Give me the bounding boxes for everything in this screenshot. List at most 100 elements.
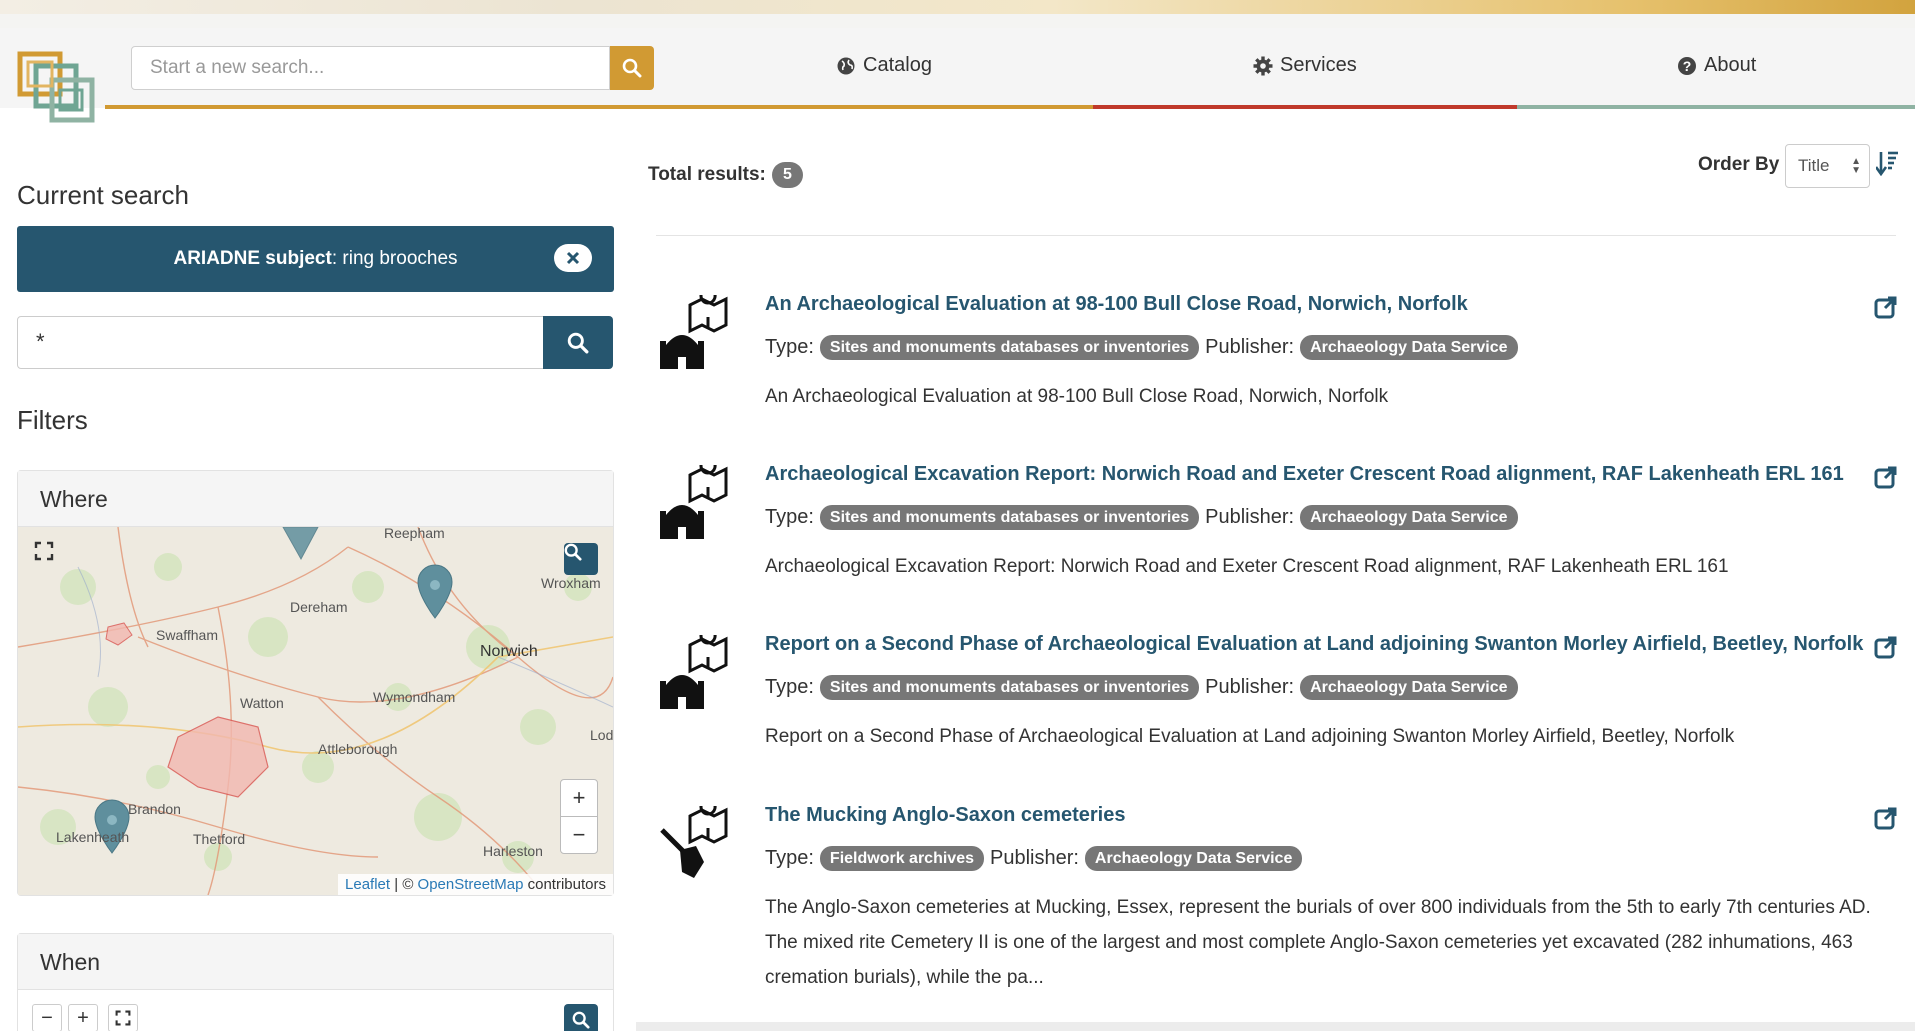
- sort-direction-icon[interactable]: [1876, 150, 1898, 176]
- external-link-icon[interactable]: [1874, 295, 1898, 319]
- attribution-suffix: contributors: [527, 876, 606, 893]
- result-item: Report on a Second Phase of Archaeologic…: [660, 633, 1900, 753]
- map-fullscreen-button[interactable]: [34, 541, 66, 571]
- sites-monuments-icon: [660, 635, 728, 709]
- search-icon: [564, 543, 582, 561]
- result-description: An Archaeological Evaluation at 98-100 B…: [765, 386, 1389, 407]
- top-strip-fade: [0, 14, 1915, 28]
- results-bottom-edge: [636, 1022, 1915, 1031]
- type-label: Type:: [765, 506, 814, 528]
- type-badge[interactable]: Fieldwork archives: [819, 846, 984, 871]
- where-panel-heading: Where: [18, 471, 613, 527]
- map-zoom-out-button[interactable]: −: [560, 816, 598, 854]
- map-place-label: Wroxham: [541, 575, 601, 591]
- close-icon: [566, 251, 580, 265]
- osm-link[interactable]: OpenStreetMap: [418, 876, 524, 893]
- active-filter-field: ARIADNE subject: [173, 248, 332, 269]
- map-place-label: Reepham: [384, 527, 445, 541]
- type-badge[interactable]: Sites and monuments databases or invento…: [819, 505, 1200, 530]
- sites-monuments-icon: [660, 295, 728, 369]
- map-place-label: Thetford: [193, 831, 246, 847]
- header-accent-line-gold: [105, 105, 1093, 109]
- result-title-link[interactable]: Archaeological Excavation Report: Norwic…: [765, 463, 1844, 486]
- publisher-label: Publisher:: [1205, 676, 1295, 698]
- total-results-label: Total results:: [648, 164, 766, 185]
- nav-catalog-label: Catalog: [863, 54, 932, 76]
- map-place-label: Lakenheath: [56, 829, 130, 845]
- order-by-select[interactable]: Title ▲ ▼: [1785, 144, 1870, 188]
- map-attribution: Leaflet | © OpenStreetMap contributors: [338, 874, 613, 895]
- globe-icon: [837, 57, 855, 74]
- result-description: Report on a Second Phase of Archaeologic…: [765, 726, 1735, 747]
- svg-text:?: ?: [1683, 58, 1692, 74]
- external-link-icon[interactable]: [1874, 806, 1898, 830]
- publisher-badge[interactable]: Archaeology Data Service: [1300, 335, 1518, 360]
- global-search-button[interactable]: [610, 46, 654, 90]
- fieldwork-shovel-icon: [660, 806, 728, 878]
- when-filter-panel: When − +: [17, 933, 614, 1031]
- nav-services-label: Services: [1280, 54, 1357, 76]
- timeline-search-button[interactable]: [564, 1004, 598, 1031]
- type-badge[interactable]: Sites and monuments databases or invento…: [819, 335, 1200, 360]
- external-link-icon[interactable]: [1874, 635, 1898, 659]
- expand-icon: [34, 541, 54, 561]
- timeline-zoom-out-button[interactable]: −: [32, 1004, 62, 1031]
- external-link-icon[interactable]: [1874, 465, 1898, 489]
- publisher-badge[interactable]: Archaeology Data Service: [1300, 675, 1518, 700]
- nav-about[interactable]: ? About: [1677, 54, 1756, 77]
- when-panel-heading: When: [18, 934, 613, 990]
- publisher-label: Publisher:: [989, 847, 1079, 869]
- map-place-label: Swaffham: [156, 627, 218, 643]
- publisher-badge[interactable]: Archaeology Data Service: [1084, 846, 1303, 871]
- header-accent-line-teal: [1517, 105, 1915, 109]
- where-map[interactable]: Reepham Wroxham Dereham Swaffham Norwich…: [18, 527, 613, 895]
- remove-filter-button[interactable]: [554, 244, 592, 272]
- result-meta: Type: Sites and monuments databases or i…: [765, 505, 1518, 530]
- query-input[interactable]: *: [17, 316, 544, 369]
- map-place-label: Loddon: [590, 727, 613, 743]
- query-search-button[interactable]: [543, 316, 613, 369]
- timeline-fullscreen-button[interactable]: [108, 1004, 138, 1031]
- map-zoom-in-button[interactable]: +: [560, 779, 598, 817]
- leaflet-link[interactable]: Leaflet: [345, 876, 390, 893]
- gear-icon: [1253, 56, 1273, 75]
- when-toolbar: − +: [32, 1004, 138, 1031]
- result-item: An Archaeological Evaluation at 98-100 B…: [660, 293, 1900, 413]
- filters-heading: Filters: [17, 405, 88, 435]
- result-description: The Anglo-Saxon cemeteries at Mucking, E…: [765, 897, 1871, 988]
- expand-icon: [115, 1010, 131, 1026]
- map-place-label: Norwich: [480, 643, 538, 660]
- result-title-link[interactable]: The Mucking Anglo-Saxon cemeteries: [765, 804, 1125, 827]
- map-place-label: Harleston: [483, 843, 543, 859]
- type-badge[interactable]: Sites and monuments databases or invento…: [819, 675, 1200, 700]
- header-accent-line-red: [1093, 105, 1517, 109]
- sites-monuments-icon: [660, 465, 728, 539]
- type-label: Type:: [765, 676, 814, 698]
- result-meta: Type: Sites and monuments databases or i…: [765, 335, 1518, 360]
- active-filter-text: ARIADNE subject: ring brooches: [173, 248, 458, 269]
- nav-catalog[interactable]: Catalog: [836, 54, 932, 77]
- global-search-input[interactable]: Start a new search...: [131, 46, 610, 90]
- result-meta: Type: Sites and monuments databases or i…: [765, 675, 1518, 700]
- map-place-label: Attleborough: [318, 741, 398, 757]
- type-label: Type:: [765, 847, 814, 869]
- result-title-link[interactable]: Report on a Second Phase of Archaeologic…: [765, 633, 1863, 656]
- results-divider: [656, 235, 1896, 236]
- map-place-label: Watton: [240, 695, 284, 711]
- active-filter-chip[interactable]: ARIADNE subject: ring brooches: [17, 226, 614, 292]
- current-search-heading: Current search: [17, 180, 189, 210]
- nav-services[interactable]: Services: [1253, 54, 1357, 77]
- type-label: Type:: [765, 336, 814, 358]
- order-by-value: Title: [1798, 156, 1830, 175]
- map-place-label: Wymondham: [373, 689, 456, 705]
- publisher-badge[interactable]: Archaeology Data Service: [1300, 505, 1518, 530]
- top-decorative-strip: [0, 0, 1915, 14]
- timeline-zoom-in-button[interactable]: +: [68, 1004, 98, 1031]
- map-place-label: Dereham: [290, 599, 348, 615]
- map-search-button[interactable]: [564, 543, 598, 575]
- ariadne-logo-icon[interactable]: [16, 50, 104, 130]
- active-filter-value: ring brooches: [342, 248, 458, 269]
- search-icon: [572, 1011, 590, 1029]
- publisher-label: Publisher:: [1205, 506, 1295, 528]
- result-title-link[interactable]: An Archaeological Evaluation at 98-100 B…: [765, 293, 1468, 316]
